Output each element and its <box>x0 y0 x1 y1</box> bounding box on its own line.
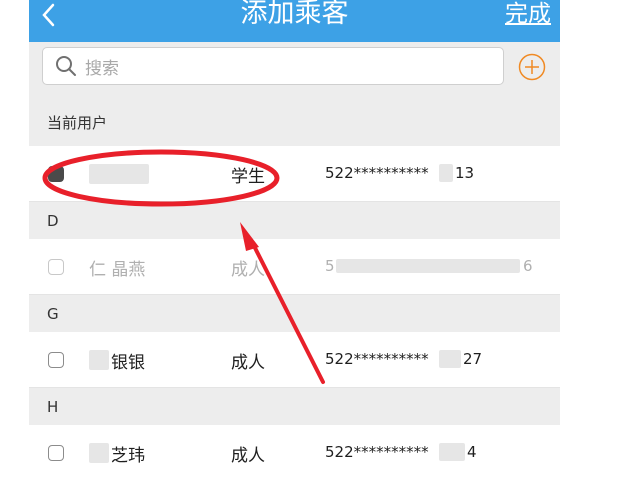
id-number-prefix: 522********** <box>325 443 429 461</box>
id-number-prefix: 5 <box>325 257 335 275</box>
id-number-prefix: 522********** <box>325 350 429 368</box>
section-header-d: D <box>29 202 560 239</box>
list-item-passenger[interactable]: 仁 晶燕 成人 5 6 <box>29 239 560 295</box>
redacted-id <box>439 164 453 182</box>
passenger-name: 仁 晶燕 <box>89 260 146 280</box>
passenger-type: 成人 <box>231 353 265 373</box>
checkbox[interactable] <box>48 166 64 182</box>
plus-circle-icon[interactable] <box>518 53 546 81</box>
done-button[interactable]: 完成 <box>505 0 551 28</box>
redacted-id <box>439 443 465 461</box>
passenger-name: 银银 <box>111 353 145 373</box>
passenger-type: 学生 <box>231 167 265 187</box>
checkbox[interactable] <box>48 259 64 275</box>
list-item-passenger[interactable]: 芝玮 成人 522********** 4 <box>29 425 560 480</box>
section-header-current-user: 当前用户 <box>29 99 560 146</box>
section-header-g: G <box>29 295 560 332</box>
passenger-type: 成人 <box>231 446 265 466</box>
section-header-h: H <box>29 388 560 425</box>
search-input[interactable]: 搜索 <box>42 47 504 85</box>
id-number-suffix: 4 <box>467 443 477 461</box>
search-bar: 搜索 <box>29 42 560 99</box>
redacted-id <box>439 350 461 368</box>
search-icon <box>55 55 77 77</box>
checkbox[interactable] <box>48 445 64 461</box>
nav-bar: 添加乘客 完成 <box>29 0 560 42</box>
page-title: 添加乘客 <box>240 0 349 29</box>
search-placeholder: 搜索 <box>85 58 119 79</box>
list-item-passenger[interactable]: 银银 成人 522********** 27 <box>29 332 560 388</box>
id-number-suffix: 6 <box>523 257 533 275</box>
redacted-name <box>89 164 149 184</box>
checkbox[interactable] <box>48 352 64 368</box>
id-number-suffix: 13 <box>455 164 475 182</box>
id-number-prefix: 522********** <box>325 164 429 182</box>
redacted-id <box>336 259 520 273</box>
passenger-screen: 添加乘客 完成 搜索 当前用户 学生 522********** 13 D 仁 <box>29 0 560 480</box>
passenger-name: 芝玮 <box>111 446 145 466</box>
id-number-suffix: 27 <box>463 350 483 368</box>
redacted-name <box>89 443 109 463</box>
passenger-type: 成人 <box>231 260 265 280</box>
redacted-name <box>89 350 109 370</box>
list-item-current-user[interactable]: 学生 522********** 13 <box>29 146 560 202</box>
